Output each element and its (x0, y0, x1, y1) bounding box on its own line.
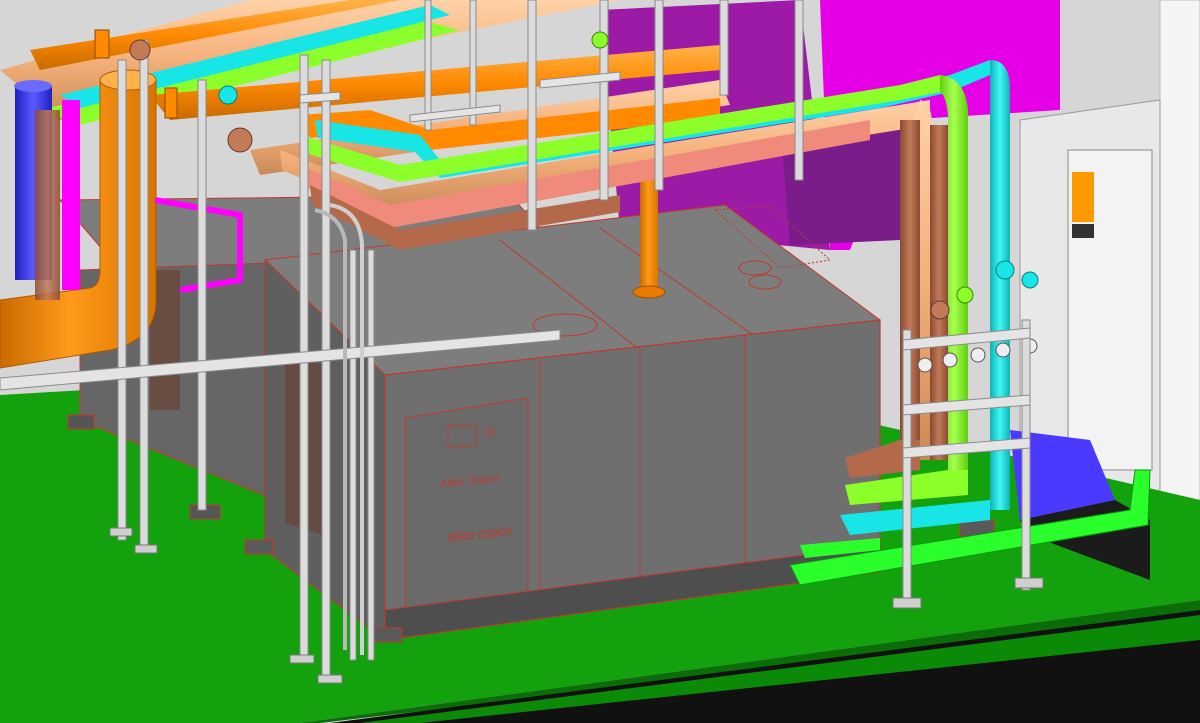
door-sign (1072, 172, 1094, 222)
gauge-icon (942, 352, 958, 368)
right-wall (1159, 0, 1200, 511)
gauge-icon (995, 342, 1011, 358)
blue-pipe-top (14, 80, 52, 92)
support-column (349, 249, 357, 661)
support-column (902, 329, 912, 601)
support-column (197, 79, 207, 511)
support-column (599, 0, 609, 201)
support-column (117, 59, 127, 541)
compressor-room-3d-view: Atlas Copco atlas copco (0, 0, 1200, 723)
support-column (424, 0, 432, 131)
support-column (321, 59, 331, 681)
support-column (139, 39, 149, 551)
exhaust-flange (632, 285, 666, 299)
gauge-icon (970, 347, 986, 363)
exhaust-pipe (640, 180, 658, 290)
control-panel (404, 397, 529, 615)
gauge-icon (917, 357, 933, 373)
support-column (654, 0, 664, 191)
support-column (527, 0, 537, 231)
support-column (719, 0, 729, 96)
support-column (469, 0, 477, 126)
magenta-pipe-left (62, 100, 80, 290)
support-column (1021, 319, 1031, 591)
support-column (367, 249, 375, 661)
door-sign-2 (1072, 224, 1094, 238)
support-column (794, 0, 804, 181)
copper-pipe-left (35, 110, 60, 300)
